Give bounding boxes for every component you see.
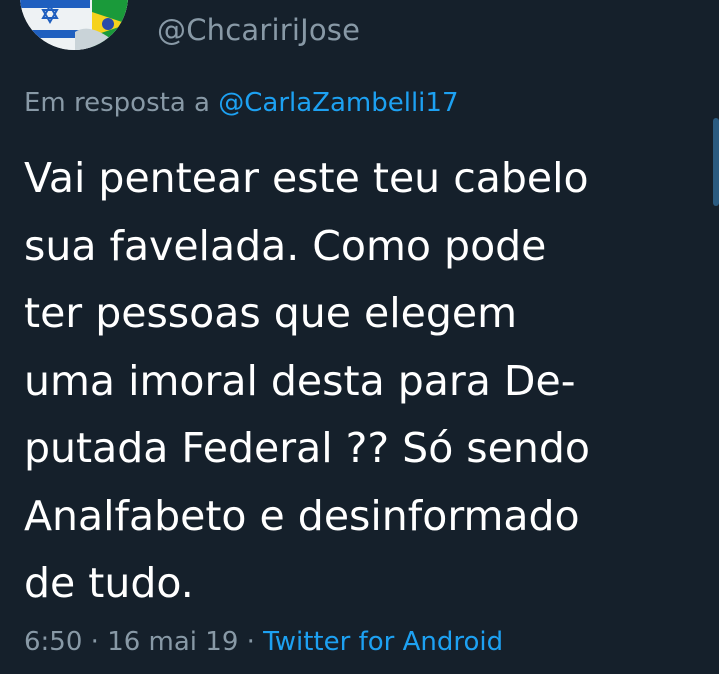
meta-separator: · [238,627,264,657]
tweet-card: @ChcaririJose Em resposta a @CarlaZambel… [0,0,719,674]
tweet-text-line: sua favelada. Como pode [24,221,547,270]
flag-avatar-icon[interactable] [20,0,128,50]
tweet-text-line: Vai pentear este teu cabelo [24,154,589,202]
tweet-source-link[interactable]: Twitter for Android [263,627,503,657]
user-handle[interactable]: @ChcaririJose [157,10,360,50]
tweet-date: 16 mai 19 [107,627,239,657]
tweet-time: 6:50 [24,627,83,657]
tweet-text-line: uma imoral desta para De- [24,356,576,405]
tweet-text-line: ter pessoas que elegem [24,289,518,337]
reply-prefix: Em resposta a [24,88,219,118]
reply-mention-link[interactable]: @CarlaZambelli17 [218,88,458,118]
tweet-meta: 6:50 · 16 mai 19 · Twitter for Android [24,622,503,662]
tweet-text-line: putada Federal ?? Só sendo [24,424,590,472]
meta-separator: · [82,627,108,657]
reply-context: Em resposta a @CarlaZambelli17 [24,83,459,123]
tweet-text-line: de tudo. [24,559,194,607]
scrollbar-thumb[interactable] [713,118,719,206]
tweet-text-line: Analfabeto e desinformado [24,491,580,540]
tweet-body: Vai pentear este teu cabelo sua favelada… [24,145,704,618]
